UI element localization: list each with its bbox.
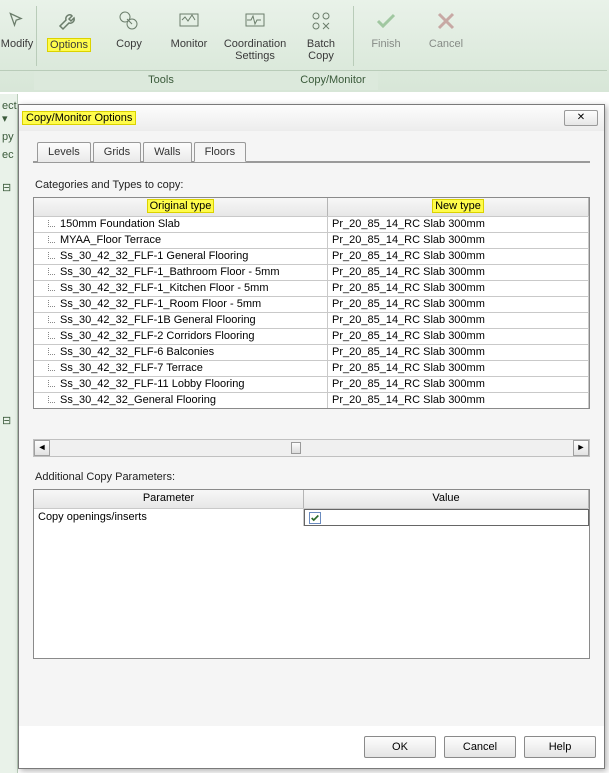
types-table: Original type New type 150mm Foundation … [33, 197, 590, 409]
dialog-buttons: OK Cancel Help [19, 726, 604, 768]
cell-new[interactable]: Pr_20_85_14_RC Slab 300mm [328, 329, 589, 344]
panel-copymonitor: Copy/Monitor [288, 71, 378, 90]
table-row[interactable]: Ss_30_42_32_FLF-11 Lobby FlooringPr_20_8… [34, 376, 589, 392]
th-value[interactable]: Value [304, 490, 589, 508]
th-original[interactable]: Original type [34, 198, 328, 216]
tab-walls[interactable]: Walls [143, 142, 191, 162]
scroll-right-icon[interactable]: ► [573, 440, 589, 456]
h-scrollbar[interactable]: ◄ ► [33, 439, 590, 457]
batch-label: BatchCopy [307, 38, 335, 62]
dialog-title: Copy/Monitor Options [22, 111, 136, 125]
tab-grids[interactable]: Grids [93, 142, 141, 162]
cell-new[interactable]: Pr_20_85_14_RC Slab 300mm [328, 249, 589, 264]
options-button[interactable]: Options [39, 2, 99, 70]
cell-original: MYAA_Floor Terrace [34, 233, 328, 248]
table-row[interactable]: Ss_30_42_32_General FlooringPr_20_85_14_… [34, 392, 589, 408]
dialog-titlebar[interactable]: Copy/Monitor Options ✕ [19, 105, 604, 131]
check-icon [371, 6, 401, 36]
modify-label: Modify [1, 38, 33, 50]
th-new[interactable]: New type [328, 198, 589, 216]
cell-original: Ss_30_42_32_FLF-1_Bathroom Floor - 5mm [34, 265, 328, 280]
cell-new[interactable]: Pr_20_85_14_RC Slab 300mm [328, 377, 589, 392]
help-button[interactable]: Help [524, 736, 596, 758]
table-row[interactable]: Ss_30_42_32_FLF-6 BalconiesPr_20_85_14_R… [34, 344, 589, 360]
cell-new[interactable]: Pr_20_85_14_RC Slab 300mm [328, 281, 589, 296]
cancel-label: Cancel [429, 38, 463, 50]
panel-tools: Tools [34, 71, 288, 90]
batch-copy-button[interactable]: BatchCopy [291, 2, 351, 70]
scroll-thumb[interactable] [291, 442, 301, 454]
cell-original: Ss_30_42_32_FLF-1_Kitchen Floor - 5mm [34, 281, 328, 296]
cell-original: Ss_30_42_32_FLF-6 Balconies [34, 345, 328, 360]
cell-original: Ss_30_42_32_FLF-2 Corridors Flooring [34, 329, 328, 344]
coord-label: CoordinationSettings [224, 38, 286, 62]
cell-original: Ss_30_42_32_FLF-1B General Flooring [34, 313, 328, 328]
cell-new[interactable]: Pr_20_85_14_RC Slab 300mm [328, 217, 589, 232]
cell-new[interactable]: Pr_20_85_14_RC Slab 300mm [328, 345, 589, 360]
checkbox[interactable] [309, 512, 321, 524]
close-icon[interactable]: ✕ [564, 110, 598, 126]
table-row[interactable]: 150mm Foundation SlabPr_20_85_14_RC Slab… [34, 216, 589, 232]
copy-label: Copy [116, 38, 142, 50]
cell-original: Ss_30_42_32_FLF-11 Lobby Flooring [34, 377, 328, 392]
cell-original: Ss_30_42_32_General Flooring [34, 393, 328, 408]
ribbon: Modify Options Copy Monitor Coordination… [0, 0, 609, 92]
tab-levels[interactable]: Levels [37, 142, 91, 162]
monitor-button[interactable]: Monitor [159, 2, 219, 70]
options-label: Options [47, 38, 91, 52]
scroll-left-icon[interactable]: ◄ [34, 440, 50, 456]
coord-settings-button[interactable]: CoordinationSettings [219, 2, 291, 70]
copy-button[interactable]: Copy [99, 2, 159, 70]
finish-label: Finish [371, 38, 400, 50]
categories-label: Categories and Types to copy: [35, 179, 590, 191]
table-row[interactable]: Ss_30_42_32_FLF-1_Room Floor - 5mmPr_20_… [34, 296, 589, 312]
table-row[interactable]: Ss_30_42_32_FLF-1_Bathroom Floor - 5mmPr… [34, 264, 589, 280]
cell-original: Ss_30_42_32_FLF-1 General Flooring [34, 249, 328, 264]
cell-original: 150mm Foundation Slab [34, 217, 328, 232]
cancel-dialog-button[interactable]: Cancel [444, 736, 516, 758]
cell-new[interactable]: Pr_20_85_14_RC Slab 300mm [328, 233, 589, 248]
param-value-cell[interactable] [304, 509, 589, 526]
copy-icon [114, 6, 144, 36]
param-row: Copy openings/inserts [34, 508, 589, 526]
table-row[interactable]: Ss_30_42_32_FLF-1 General FlooringPr_20_… [34, 248, 589, 264]
cancel-button[interactable]: Cancel [416, 2, 476, 70]
modify-button[interactable]: Modify [0, 2, 34, 70]
monitor-icon [174, 6, 204, 36]
cell-new[interactable]: Pr_20_85_14_RC Slab 300mm [328, 393, 589, 408]
cell-new[interactable]: Pr_20_85_14_RC Slab 300mm [328, 297, 589, 312]
ok-button[interactable]: OK [364, 736, 436, 758]
cell-original: Ss_30_42_32_FLF-1_Room Floor - 5mm [34, 297, 328, 312]
x-icon [431, 6, 461, 36]
batch-icon [306, 6, 336, 36]
table-row[interactable]: Ss_30_42_32_FLF-2 Corridors FlooringPr_2… [34, 328, 589, 344]
table-row[interactable]: Ss_30_42_32_FLF-1B General FlooringPr_20… [34, 312, 589, 328]
cell-new[interactable]: Pr_20_85_14_RC Slab 300mm [328, 361, 589, 376]
table-row[interactable]: Ss_30_42_32_FLF-1_Kitchen Floor - 5mmPr_… [34, 280, 589, 296]
wrench-icon [54, 6, 84, 36]
tabs: Levels Grids Walls Floors [37, 141, 590, 161]
cell-new[interactable]: Pr_20_85_14_RC Slab 300mm [328, 265, 589, 280]
param-name: Copy openings/inserts [34, 509, 304, 526]
pulse-icon [240, 6, 270, 36]
left-gutter: ect ▾ py ec ⊟ ⊟ [0, 94, 18, 773]
monitor-label: Monitor [171, 38, 208, 50]
th-parameter[interactable]: Parameter [34, 490, 304, 508]
cursor-icon [2, 6, 32, 36]
tab-floors[interactable]: Floors [194, 142, 247, 162]
table-row[interactable]: Ss_30_42_32_FLF-7 TerracePr_20_85_14_RC … [34, 360, 589, 376]
params-table: Parameter Value Copy openings/inserts [33, 489, 590, 659]
cell-new[interactable]: Pr_20_85_14_RC Slab 300mm [328, 313, 589, 328]
additional-params-label: Additional Copy Parameters: [35, 471, 590, 483]
table-row[interactable]: MYAA_Floor TerracePr_20_85_14_RC Slab 30… [34, 232, 589, 248]
finish-button[interactable]: Finish [356, 2, 416, 70]
cell-original: Ss_30_42_32_FLF-7 Terrace [34, 361, 328, 376]
copy-monitor-options-dialog: Copy/Monitor Options ✕ Levels Grids Wall… [18, 104, 605, 769]
